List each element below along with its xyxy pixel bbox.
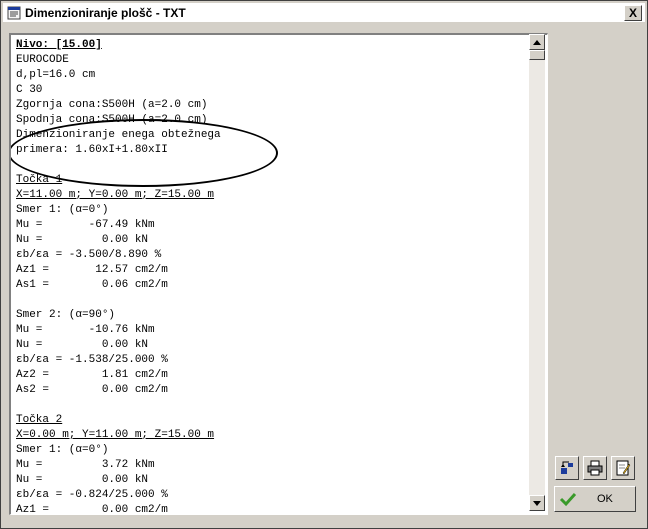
scroll-up-button[interactable] <box>529 34 545 50</box>
report-line: εb/εa = -3.500/8.890 % <box>16 249 162 261</box>
report-line: Smer 1: (α=0°) <box>16 204 109 216</box>
report-content: Nivo: [15.00] EUROCODE d,pl=16.0 cm C 30 Zgo… <box>16 38 526 515</box>
scrollbar-thumb[interactable] <box>529 50 545 60</box>
report-line: As1 = 0.06 cm2/m <box>16 279 168 291</box>
print-button[interactable] <box>583 456 607 480</box>
report-line: Nu = 0.00 kN <box>16 234 149 246</box>
report-line: εb/εa = -0.824/25.000 % <box>16 489 168 501</box>
edit-icon <box>616 460 631 476</box>
window-title: Dimenzioniranje plošč - TXT <box>25 5 186 20</box>
ok-button-label: OK <box>597 493 613 505</box>
report-line: Az1 = 0.00 cm2/m <box>16 504 168 515</box>
arrow-down-icon <box>533 500 541 506</box>
report-line: Mu = -10.76 kNm <box>16 324 155 336</box>
report-line: d,pl=16.0 cm <box>16 69 96 81</box>
report-line: Točka 2 <box>16 414 63 426</box>
checkmark-icon <box>559 492 577 507</box>
dialog-window: Dimenzioniranje plošč - TXT X Nivo: [15.… <box>0 0 648 529</box>
close-button[interactable]: X <box>624 5 642 21</box>
ok-button[interactable]: OK <box>554 486 636 512</box>
report-line: εb/εa = -1.538/25.000 % <box>16 354 168 366</box>
sort-icon <box>561 461 573 474</box>
report-line: Az1 = 12.57 cm2/m <box>16 264 168 276</box>
report-line <box>16 398 526 413</box>
sort-button[interactable] <box>555 456 579 480</box>
highlight-ellipse <box>11 119 278 187</box>
report-line: Nu = 0.00 kN <box>16 339 149 351</box>
report-line: Smer 1: (α=0°) <box>16 444 109 456</box>
report-line: Nu = 0.00 kN <box>16 474 149 486</box>
report-line: As2 = 0.00 cm2/m <box>16 384 168 396</box>
arrow-up-icon <box>533 39 541 45</box>
report-line: Mu = -67.49 kNm <box>16 219 155 231</box>
report-line: Smer 2: (α=90°) <box>16 309 116 321</box>
edit-button[interactable] <box>611 456 635 480</box>
report-line: X=0.00 m; Y=11.00 m; Z=15.00 m <box>16 429 215 441</box>
report-text-area[interactable]: Nivo: [15.00] EUROCODE d,pl=16.0 cm C 30 Zgo… <box>9 33 548 515</box>
report-line: Zgornja cona:S500H (a=2.0 cm) <box>16 99 208 111</box>
report-line: Mu = 3.72 kNm <box>16 459 155 471</box>
report-line <box>16 293 526 308</box>
report-line: Nivo: [15.00] <box>16 39 102 51</box>
report-line: EUROCODE <box>16 54 69 66</box>
printer-icon <box>587 460 603 476</box>
document-icon <box>6 5 22 21</box>
title-bar[interactable]: Dimenzioniranje plošč - TXT X <box>3 3 645 22</box>
vertical-scrollbar[interactable] <box>529 34 545 511</box>
scroll-down-button[interactable] <box>529 495 545 511</box>
report-line: X=11.00 m; Y=0.00 m; Z=15.00 m <box>16 189 215 201</box>
report-line: Az2 = 1.81 cm2/m <box>16 369 168 381</box>
report-line: C 30 <box>16 84 43 96</box>
